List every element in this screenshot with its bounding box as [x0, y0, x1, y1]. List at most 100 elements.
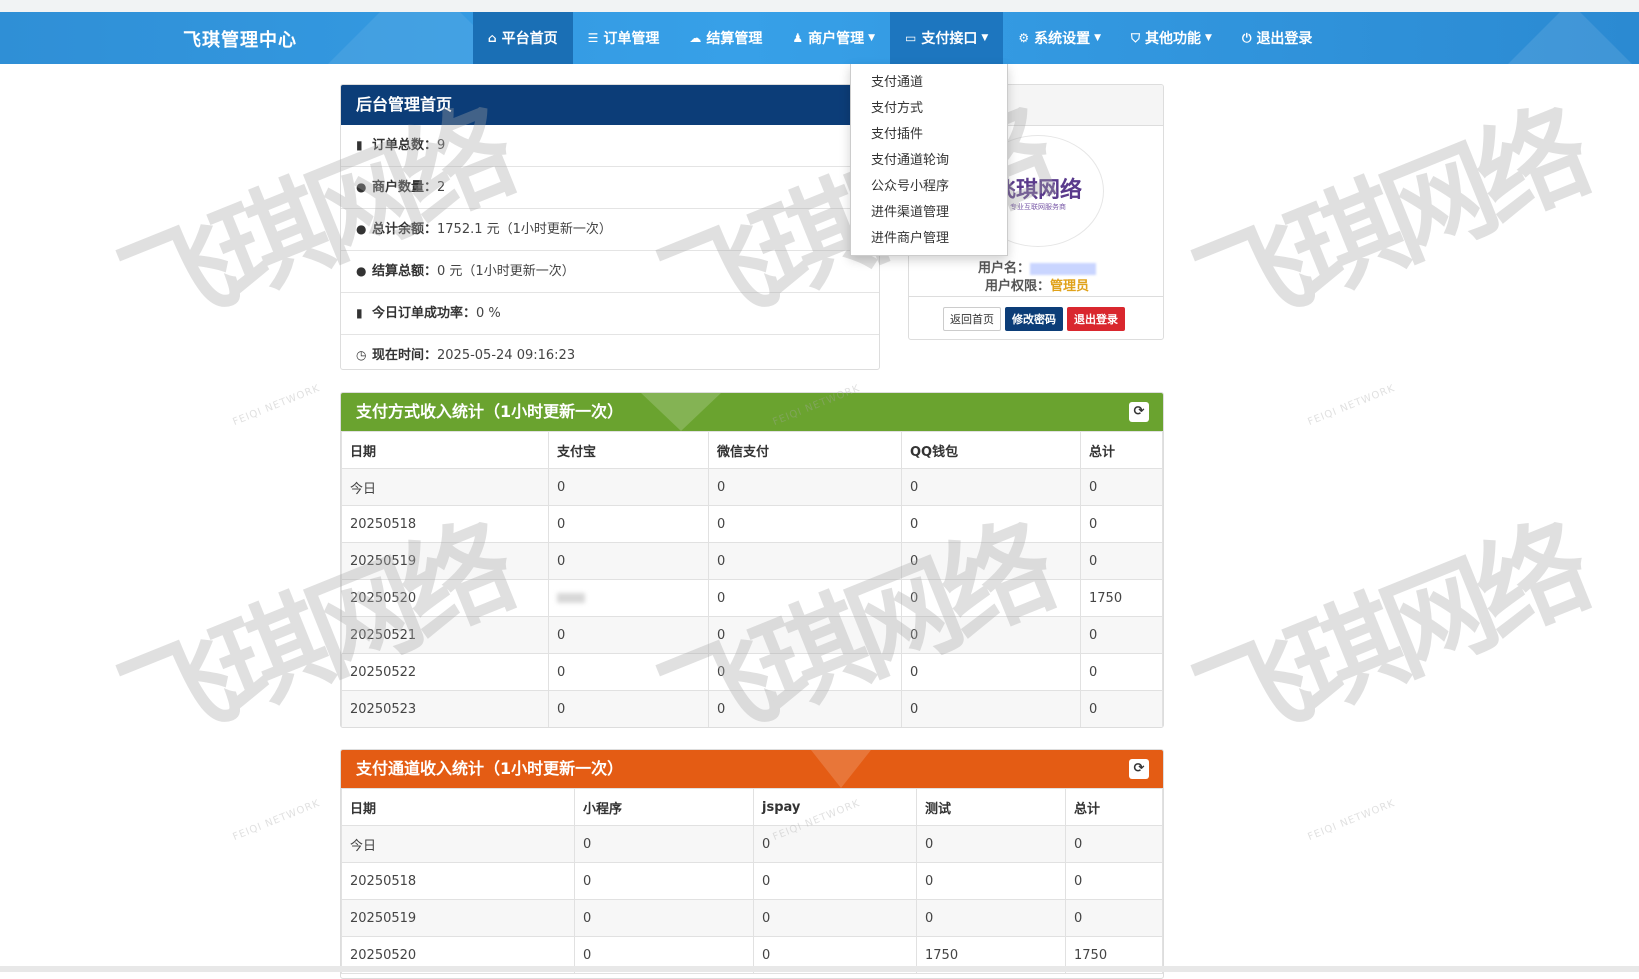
caret-down-icon: ▼: [868, 33, 876, 43]
table-row: 今日 0 0 0 0: [341, 825, 1163, 863]
payment-method-stats-panel: 支付方式收入统计（1小时更新一次） ⟳ 日期 支付宝 微信支付 QQ钱包 总计 今日 0 0…: [340, 392, 1164, 728]
nav-item-orders[interactable]: ☰ 订单管理: [573, 12, 675, 64]
title-decoration: [641, 393, 721, 431]
watermark: 飞琪网络 FEIQI NETWORK: [1170, 88, 1598, 428]
column-header[interactable]: 小程序: [574, 788, 754, 826]
dropdown-item[interactable]: 支付方式: [851, 96, 1007, 122]
redacted-value: [557, 593, 585, 603]
card-icon: ▭: [905, 31, 917, 45]
table-cell: 0: [916, 825, 1066, 863]
column-header[interactable]: 日期: [341, 431, 549, 469]
summary-list: ▮ 订单总数：9 ● 商户数量：2 ● 总计余额：1752.1 元（1小时更新一次） ● 结算…: [341, 125, 879, 369]
table-cell: 0: [708, 653, 902, 691]
table-cell: 今日: [341, 825, 575, 863]
dropdown-item[interactable]: 进件商户管理: [851, 226, 1007, 252]
table-cell: 0: [548, 505, 709, 543]
nav-item-system[interactable]: ⚙ 系统设置 ▼: [1003, 12, 1116, 64]
dropdown-item[interactable]: 进件渠道管理: [851, 200, 1007, 226]
table-cell: 20250523: [341, 690, 549, 727]
back-home-button[interactable]: 返回首页: [943, 307, 1001, 331]
column-header[interactable]: jspay: [753, 788, 917, 826]
table-cell: 0: [901, 505, 1081, 543]
nav-item-logout[interactable]: ⏻ 退出登录: [1227, 12, 1328, 64]
column-header[interactable]: 总计: [1065, 788, 1163, 826]
table-cell: 0: [1080, 616, 1163, 654]
nav-item-home[interactable]: ⌂ 平台首页: [473, 12, 573, 64]
table-row: 20250519 0 0 0 0: [341, 899, 1163, 937]
nav-item-label: 商户管理: [808, 31, 865, 47]
table-cell: 0: [548, 542, 709, 580]
summary-row: ▮ 订单总数：9: [341, 125, 879, 167]
main-nav: ⌂ 平台首页 ☰ 订单管理 ☁ 结算管理 ♟ 商户管理 ▼ ▭ 支付接口 ▼ ⚙ 系统设置 ▼ ⛉ 其他功能 ▼ ⏻…: [473, 12, 1327, 64]
nav-item-settlement[interactable]: ☁ 结算管理: [674, 12, 777, 64]
table-cell: 0: [753, 862, 917, 900]
user-actions: 返回首页 修改密码 退出登录: [943, 307, 1125, 331]
nav-item-merchants[interactable]: ♟ 商户管理 ▼: [777, 12, 890, 64]
table-cell: 20250518: [341, 505, 549, 543]
table-cell: 0: [708, 542, 902, 580]
table-cell: 0: [1080, 653, 1163, 691]
table-cell: 0: [548, 468, 709, 506]
role-label: 用户权限：: [984, 279, 1050, 294]
summary-label: 订单总数：: [372, 138, 438, 153]
user-icon: ♟: [792, 31, 804, 45]
shield-icon: ⛉: [1131, 30, 1141, 45]
nav-item-payment[interactable]: ▭ 支付接口 ▼: [890, 12, 1004, 64]
table-row: 20250522 0 0 0 0: [341, 653, 1163, 691]
table-cell: 20250519: [341, 899, 575, 937]
summary-label: 结算总额：: [372, 264, 438, 279]
table-cell: 20250521: [341, 616, 549, 654]
table-row: 20250520 0 0 1750: [341, 579, 1163, 617]
table-cell: 0: [1080, 468, 1163, 506]
title-decoration: [811, 750, 871, 788]
table-cell: 0: [1080, 690, 1163, 727]
nav-item-label: 系统设置: [1034, 31, 1091, 47]
summary-label: 现在时间：: [372, 348, 438, 363]
logout-button[interactable]: 退出登录: [1067, 307, 1125, 331]
payment-method-table: 日期 支付宝 微信支付 QQ钱包 总计 今日 0 0 0 0 20250518 0 0 0 0 202505…: [341, 431, 1163, 727]
column-header[interactable]: 微信支付: [708, 431, 902, 469]
username-line: 用户名：: [909, 257, 1163, 276]
table-cell: 20250520: [341, 579, 549, 617]
dropdown-item[interactable]: 支付通道: [851, 70, 1007, 96]
refresh-icon[interactable]: ⟳: [1129, 402, 1149, 422]
table-cell: 1750: [1080, 579, 1163, 617]
table-header-row: 日期 小程序 jspay 测试 总计: [341, 788, 1163, 826]
column-header[interactable]: 总计: [1080, 431, 1163, 469]
table-cell: 0: [901, 690, 1081, 727]
table-cell: 0: [901, 542, 1081, 580]
nav-item-other[interactable]: ⛉ 其他功能 ▼: [1116, 12, 1227, 64]
column-header[interactable]: QQ钱包: [901, 431, 1081, 469]
table-cell: 0: [753, 825, 917, 863]
dropdown-item[interactable]: 支付通道轮询: [851, 148, 1007, 174]
table-cell: 0: [901, 653, 1081, 691]
table-cell: 0: [574, 899, 754, 937]
summary-row: ● 结算总额：0 元（1小时更新一次）: [341, 251, 879, 293]
dropdown-item[interactable]: 公众号小程序: [851, 174, 1007, 200]
panel-title-bar: 支付通道收入统计（1小时更新一次） ⟳: [341, 750, 1163, 788]
nav-item-label: 订单管理: [603, 31, 660, 47]
table-cell: 0: [916, 899, 1066, 937]
table-cell: 0: [916, 862, 1066, 900]
panel-title: 支付通道收入统计（1小时更新一次）: [356, 759, 624, 778]
drop-icon: ●: [356, 180, 367, 194]
caret-down-icon: ▼: [981, 33, 989, 43]
caret-down-icon: ▼: [1094, 33, 1101, 43]
column-header[interactable]: 测试: [916, 788, 1066, 826]
table-cell: 0: [574, 825, 754, 863]
table-header-row: 日期 支付宝 微信支付 QQ钱包 总计: [341, 431, 1163, 469]
horizontal-scrollbar[interactable]: [0, 966, 1639, 972]
column-header[interactable]: 支付宝: [548, 431, 709, 469]
change-password-button[interactable]: 修改密码: [1005, 307, 1063, 331]
table-row: 20250518 0 0 0 0: [341, 505, 1163, 543]
watermark-subtext: FEIQI NETWORK: [1306, 382, 1397, 429]
column-header[interactable]: 日期: [341, 788, 575, 826]
watermark-subtext: FEIQI NETWORK: [231, 797, 322, 844]
role-line: 用户权限：管理员: [909, 275, 1163, 294]
bar-chart-icon: ▮: [356, 138, 363, 152]
table-cell: 今日: [341, 468, 549, 506]
refresh-icon[interactable]: ⟳: [1129, 759, 1149, 779]
cloud-icon: ☁: [689, 31, 702, 45]
brand-title[interactable]: 飞琪管理中心: [183, 26, 297, 52]
dropdown-item[interactable]: 支付插件: [851, 122, 1007, 148]
